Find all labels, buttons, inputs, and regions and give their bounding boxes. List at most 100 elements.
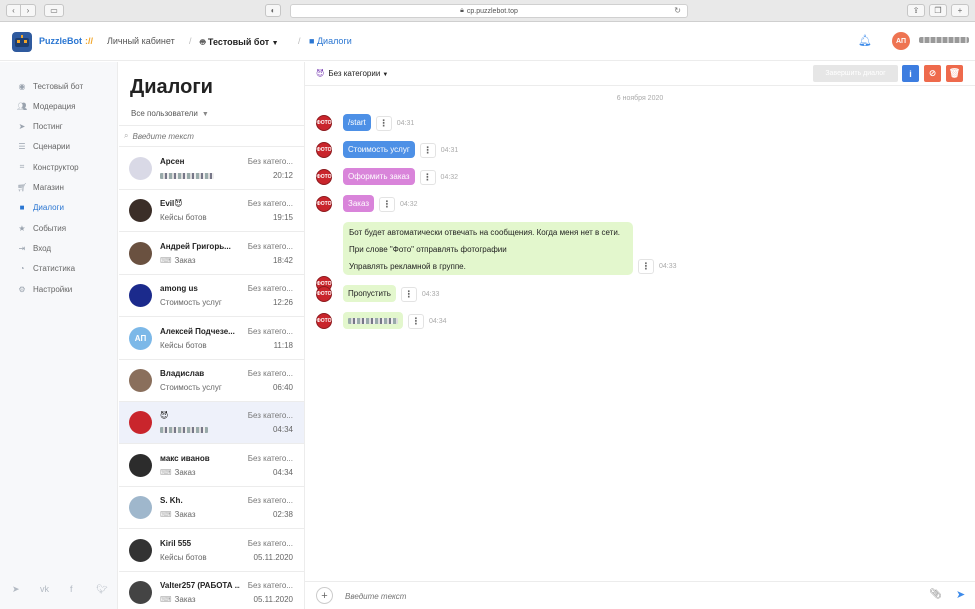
new-tab-icon[interactable]: + <box>951 4 969 17</box>
message-menu-button[interactable]: ⋮ <box>375 116 392 131</box>
block-user-button[interactable]: ⊘ <box>924 65 941 82</box>
dialog-list-item[interactable]: Evil😈 Без катего... Кейсы ботов 19:15 <box>119 190 304 233</box>
chat-header: 😈︎ Без категории ▼ Завершить диалог i ⊘ 🗑︎ <box>305 62 975 86</box>
avatar <box>129 581 152 604</box>
dialog-last-message <box>160 425 208 434</box>
sidebar-item-scenarios[interactable]: ☰ Сценарии <box>17 140 115 154</box>
bot-avatar: ФОТО <box>316 313 332 329</box>
dialog-user-name: S. Kh. <box>160 496 183 506</box>
dialog-list-item[interactable]: Владислав Без катего... Стоимость услуг 06:… <box>119 360 304 402</box>
avatar <box>129 157 152 180</box>
message-bubble: /start <box>343 114 371 131</box>
message-menu-button[interactable]: ⋮ <box>378 197 395 212</box>
dialog-search-input[interactable] <box>132 131 293 141</box>
sidebar-item-events[interactable]: ★ События <box>17 221 115 235</box>
dialog-list-item[interactable]: among us Без катего... Стоимость услуг 12:2… <box>119 275 304 318</box>
username-blurred[interactable] <box>919 37 969 43</box>
user-filter-dropdown[interactable]: Все пользователи ▼ <box>131 109 209 118</box>
forward-button[interactable]: › <box>21 4 36 17</box>
dialog-search: ⌕ <box>119 125 304 147</box>
dialog-last-message-text: Стоимость услуг <box>160 298 222 308</box>
share-icon[interactable]: ⇪ <box>907 4 925 17</box>
dialog-last-message: Стоимость услуг <box>160 383 222 392</box>
message-time: 04:33 <box>421 291 440 298</box>
message-menu-button[interactable]: ⋮ <box>419 143 436 158</box>
message-time: 04:31 <box>440 147 459 154</box>
dialog-list-item[interactable]: макс иванов Без катего... ⌨︎ Заказ 04:34 <box>119 445 304 487</box>
breadcrumb-cabinet[interactable]: Личный кабинет <box>107 36 175 46</box>
paperclip-icon[interactable]: 📎︎ <box>929 589 942 600</box>
end-dialog-button[interactable]: Завершить диалог <box>813 65 898 82</box>
sidebar-item-statistics[interactable]: ◔ Статистика <box>17 262 115 276</box>
tabs-icon[interactable]: ❐ <box>929 4 947 17</box>
telegram-icon[interactable]: ➤ <box>12 584 20 595</box>
dialog-time: 12:26 <box>272 298 293 308</box>
sidebar-item-test-bot[interactable]: ◉ Тестовый бот <box>17 79 115 93</box>
sidebar-toggle-icon[interactable]: ▭ <box>44 4 64 17</box>
sidebar-item-moderation[interactable]: 👥︎ Модерация <box>17 99 115 113</box>
dialog-list-item[interactable]: АП Алексей Подчезе... Без катего... Кейсы б… <box>119 318 304 360</box>
send-icon: ➤ <box>18 122 26 132</box>
chat-message: ФОТО Заказ ⋮ 04:32 <box>316 195 418 212</box>
info-button[interactable]: i <box>902 65 919 82</box>
chat-message: ФОТО Стоимость услуг ⋮ 04:31 <box>316 141 458 158</box>
keyboard-icon: ⌨︎ <box>160 595 172 604</box>
puzzlebot-logo[interactable] <box>12 32 32 52</box>
sidebar-item-label: Вход <box>33 243 52 253</box>
vk-icon[interactable]: vk <box>40 584 49 594</box>
dialog-list-item[interactable]: 😈 Без катего... 04:34 <box>119 402 304 445</box>
user-avatar[interactable]: АП <box>892 32 910 50</box>
avatar <box>129 496 152 520</box>
keyboard-icon: ⌨︎ <box>160 255 172 265</box>
robot-icon: 🤖︎ <box>200 37 206 47</box>
sidebar-item-shop[interactable]: 🛒︎ Магазин <box>17 181 115 195</box>
dialog-list-item[interactable]: Андрей Григорь... Без катего... ⌨︎ Заказ 18:… <box>119 233 304 275</box>
sidebar-item-constructor[interactable]: ⌗ Конструктор <box>17 160 115 174</box>
dialog-category: Без катего... <box>247 369 293 378</box>
dialog-list-item[interactable]: Valter257 (РАБОТА ... Без катего... ⌨︎ Зака… <box>119 572 304 609</box>
message-menu-button[interactable]: ⋮ <box>638 258 654 274</box>
sidebar-item-settings[interactable]: ⚙︎ Настройки <box>17 282 115 296</box>
dialog-user-name: Kiril 555 <box>160 538 192 548</box>
dialog-user-name: Evil😈 <box>160 199 183 209</box>
dialog-list-item[interactable]: Арсен Без катего... 20:12 <box>119 148 304 190</box>
twitter-icon[interactable]: 🐦︎ <box>96 584 107 595</box>
brand-name[interactable]: PuzzleBot:// <box>39 36 93 46</box>
breadcrumb-dialogs[interactable]: ■ Диалоги <box>309 36 352 46</box>
dialog-time: 06:40 <box>272 383 293 392</box>
dialog-list-item[interactable]: S. Kh. Без катего... ⌨︎ Заказ 02:38 <box>119 487 304 530</box>
dialog-category: Без катего... <box>247 581 293 590</box>
chat-message: ФОТО Оформить заказ ⋮ 04:32 <box>316 168 458 185</box>
breadcrumb-bot-selector[interactable]: 🤖︎ Тестовый бот ▼ <box>200 36 279 49</box>
add-attachment-button[interactable]: + <box>316 587 333 604</box>
send-icon[interactable]: ➤ <box>956 588 965 601</box>
sidebar-item-posting[interactable]: ➤ Постинг <box>17 120 115 134</box>
delete-dialog-button[interactable]: 🗑︎ <box>946 65 963 82</box>
lock-icon: 🔒︎ <box>460 7 464 14</box>
reload-icon[interactable]: ↻ <box>674 6 681 15</box>
sidebar-item-login[interactable]: ⇥ Вход <box>17 241 115 255</box>
facebook-icon[interactable]: f <box>70 584 73 594</box>
message-menu-button[interactable]: ⋮ <box>419 170 436 185</box>
message-input[interactable] <box>345 589 905 603</box>
message-bubble <box>343 312 403 329</box>
message-time: 04:34 <box>429 318 447 325</box>
blurred-message <box>160 172 214 179</box>
message-bubble: Оформить заказ <box>343 168 415 185</box>
message-menu-button[interactable]: ⋮ <box>408 314 424 329</box>
category-dropdown[interactable]: 😈︎ Без категории ▼ <box>316 69 388 78</box>
dialog-user-name: Алексей Подчезе... <box>160 326 235 336</box>
privacy-shield-icon[interactable]: ◐ <box>265 4 281 17</box>
dialog-list-item[interactable]: Kiril 555 Без катего... Кейсы ботов 05.11.2… <box>119 530 304 572</box>
robot-icon: ◉ <box>18 81 26 91</box>
message-menu-button[interactable]: ⋮ <box>400 287 417 302</box>
caret-down-icon: ▼ <box>271 40 279 47</box>
dialog-user-name: 😈 <box>160 411 169 421</box>
chat-input-bar: + 📎︎ ➤ <box>305 581 975 609</box>
dialog-category: Без катего... <box>247 241 293 251</box>
dialog-category: Без катего... <box>247 538 293 548</box>
bell-icon[interactable]: 🔔︎ <box>858 34 872 47</box>
back-button[interactable]: ‹ <box>6 4 21 17</box>
sidebar-item-dialogs[interactable]: ■ Диалоги <box>17 201 115 215</box>
address-bar[interactable]: 🔒︎ cp.puzzlebot.top ↻ <box>290 4 688 18</box>
